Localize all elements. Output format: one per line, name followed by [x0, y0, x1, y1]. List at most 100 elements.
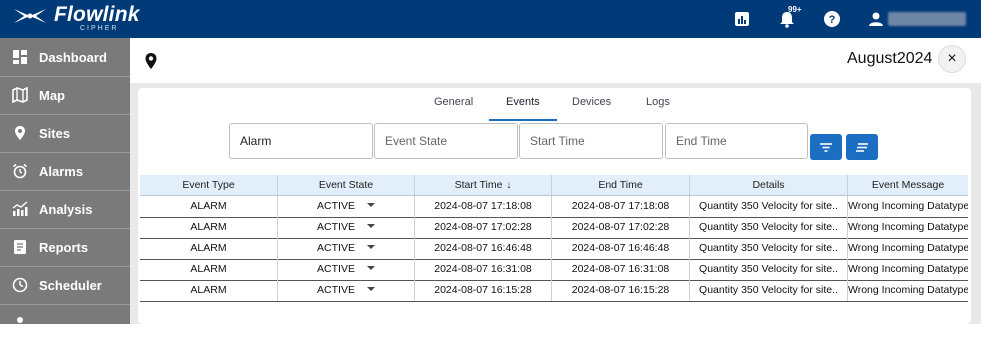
sort-descending-icon: ↓	[506, 180, 512, 191]
dropdown-caret-icon[interactable]	[366, 224, 375, 229]
column-header-event-message[interactable]: Event Message	[847, 175, 968, 195]
sidebar-item-map[interactable]: Map	[0, 76, 130, 115]
cell-details: Quantity 350 Velocity for site..	[689, 280, 847, 301]
table-row[interactable]: ALARM ACTIVE 2024-08-07 16:46:48 2024-08…	[140, 238, 968, 260]
filter-button[interactable]	[810, 134, 842, 160]
cell-end-time: 2024-08-07 16:15:28	[551, 280, 689, 301]
dropdown-caret-icon[interactable]	[366, 245, 375, 250]
close-icon: ×	[947, 50, 957, 67]
sidebar-item-label: Scheduler	[39, 277, 102, 293]
user-icon[interactable]	[867, 10, 885, 28]
filter-icon	[820, 143, 832, 152]
report-chart-icon[interactable]	[733, 10, 751, 28]
sidebar-item-dashboard[interactable]: Dashboard	[0, 38, 130, 77]
cell-event-message: Wrong Incoming Datatype	[847, 280, 968, 301]
tab-events[interactable]: Events	[504, 96, 542, 108]
table-row[interactable]: ALARM ACTIVE 2024-08-07 17:02:28 2024-08…	[140, 217, 968, 239]
cell-event-type: ALARM	[190, 200, 227, 212]
report-icon	[14, 240, 26, 254]
column-header-end-time[interactable]: End Time	[551, 175, 689, 195]
table-header: Event Type Event State Start Time ↓ End T…	[140, 175, 968, 196]
top-bar: Flowlink CIPHER 99+ ?	[0, 0, 981, 38]
cell-event-type: ALARM	[190, 263, 227, 275]
start-time-filter[interactable]	[519, 123, 663, 159]
location-pin-icon	[15, 126, 25, 140]
user-name-redacted[interactable]	[888, 12, 966, 26]
cell-start-time: 2024-08-07 16:15:28	[414, 280, 551, 301]
tab-bar: General Events Devices Logs	[138, 88, 971, 122]
tab-general[interactable]: General	[432, 96, 475, 108]
tab-logs[interactable]: Logs	[644, 96, 672, 108]
sidebar: Dashboard Map Sites Alarms Analysis Repo…	[0, 38, 130, 324]
help-icon[interactable]: ?	[823, 10, 841, 28]
cell-event-type: ALARM	[190, 242, 227, 254]
map-icon	[12, 87, 28, 103]
brand-name: Flowlink	[54, 3, 140, 26]
sidebar-item-partial[interactable]	[0, 304, 130, 342]
column-header-label: Start Time	[454, 179, 503, 191]
cell-event-state[interactable]: ACTIVE	[277, 217, 414, 238]
cell-event-message: Wrong Incoming Datatype	[847, 259, 968, 280]
end-time-filter[interactable]	[665, 123, 808, 159]
tab-devices[interactable]: Devices	[570, 96, 613, 108]
sidebar-item-reports[interactable]: Reports	[0, 228, 130, 267]
active-tab-indicator	[489, 119, 557, 121]
sidebar-item-label: Map	[39, 87, 65, 103]
state-value: ACTIVE	[317, 242, 355, 254]
events-panel: General Events Devices Logs Alarm Event …	[138, 88, 971, 324]
event-type-filter[interactable]	[229, 123, 373, 159]
column-header-details[interactable]: Details	[689, 175, 847, 195]
sidebar-item-alarms[interactable]: Alarms	[0, 152, 130, 191]
cell-event-message: Wrong Incoming Datatype	[847, 196, 968, 217]
cell-details: Quantity 350 Velocity for site..	[689, 196, 847, 217]
cell-event-state[interactable]: ACTIVE	[277, 280, 414, 301]
event-state-filter[interactable]	[374, 123, 518, 159]
column-header-start-time[interactable]: Start Time ↓	[414, 175, 551, 195]
cell-event-state[interactable]: ACTIVE	[277, 196, 414, 217]
notification-badge: 99+	[788, 5, 802, 14]
state-value: ACTIVE	[317, 284, 355, 296]
sidebar-item-analysis[interactable]: Analysis	[0, 190, 130, 229]
cell-start-time: 2024-08-07 16:46:48	[414, 238, 551, 259]
analysis-chart-icon	[12, 201, 28, 216]
cell-end-time: 2024-08-07 17:18:08	[551, 196, 689, 217]
dropdown-caret-icon[interactable]	[366, 203, 375, 208]
table-row[interactable]: ALARM ACTIVE 2024-08-07 16:15:28 2024-08…	[140, 280, 968, 302]
sidebar-item-label: Dashboard	[39, 49, 107, 65]
table-row[interactable]: ALARM ACTIVE 2024-08-07 16:31:08 2024-08…	[140, 259, 968, 281]
cell-event-type: ALARM	[190, 221, 227, 233]
dropdown-caret-icon[interactable]	[366, 266, 375, 271]
clear-filter-button[interactable]	[846, 134, 878, 160]
cell-start-time: 2024-08-07 17:18:08	[414, 196, 551, 217]
sidebar-item-sites[interactable]: Sites	[0, 114, 130, 153]
clear-filter-icon	[856, 143, 868, 152]
logo-wing-icon	[14, 9, 46, 23]
cell-event-message: Wrong Incoming Datatype	[847, 238, 968, 259]
cell-details: Quantity 350 Velocity for site..	[689, 238, 847, 259]
cell-end-time: 2024-08-07 17:02:28	[551, 217, 689, 238]
state-value: ACTIVE	[317, 221, 355, 233]
cell-event-type: ALARM	[190, 284, 227, 296]
cell-start-time: 2024-08-07 17:02:28	[414, 217, 551, 238]
sidebar-item-label: Sites	[39, 125, 71, 141]
close-button[interactable]: ×	[938, 45, 966, 73]
dashboard-icon	[13, 50, 27, 64]
user-icon	[17, 317, 23, 323]
cell-details: Quantity 350 Velocity for site..	[689, 259, 847, 280]
table-row[interactable]: ALARM ACTIVE 2024-08-07 17:18:08 2024-08…	[140, 196, 968, 218]
column-header-event-state[interactable]: Event State	[277, 175, 414, 195]
cell-end-time: 2024-08-07 16:31:08	[551, 259, 689, 280]
dropdown-caret-icon[interactable]	[366, 287, 375, 292]
sidebar-item-label: Analysis	[39, 201, 93, 217]
cell-details: Quantity 350 Velocity for site..	[689, 217, 847, 238]
svg-text:?: ?	[829, 14, 836, 26]
cell-event-state[interactable]: ACTIVE	[277, 238, 414, 259]
sidebar-item-scheduler[interactable]: Scheduler	[0, 266, 130, 305]
cell-end-time: 2024-08-07 16:46:48	[551, 238, 689, 259]
column-header-event-type[interactable]: Event Type	[140, 175, 277, 195]
cell-event-state[interactable]: ACTIVE	[277, 259, 414, 280]
clock-icon	[12, 277, 28, 293]
page-header: August2024 ×	[130, 38, 981, 83]
main-content: August2024 × General Events Devices Logs	[130, 38, 981, 324]
sidebar-item-label: Reports	[39, 239, 89, 255]
